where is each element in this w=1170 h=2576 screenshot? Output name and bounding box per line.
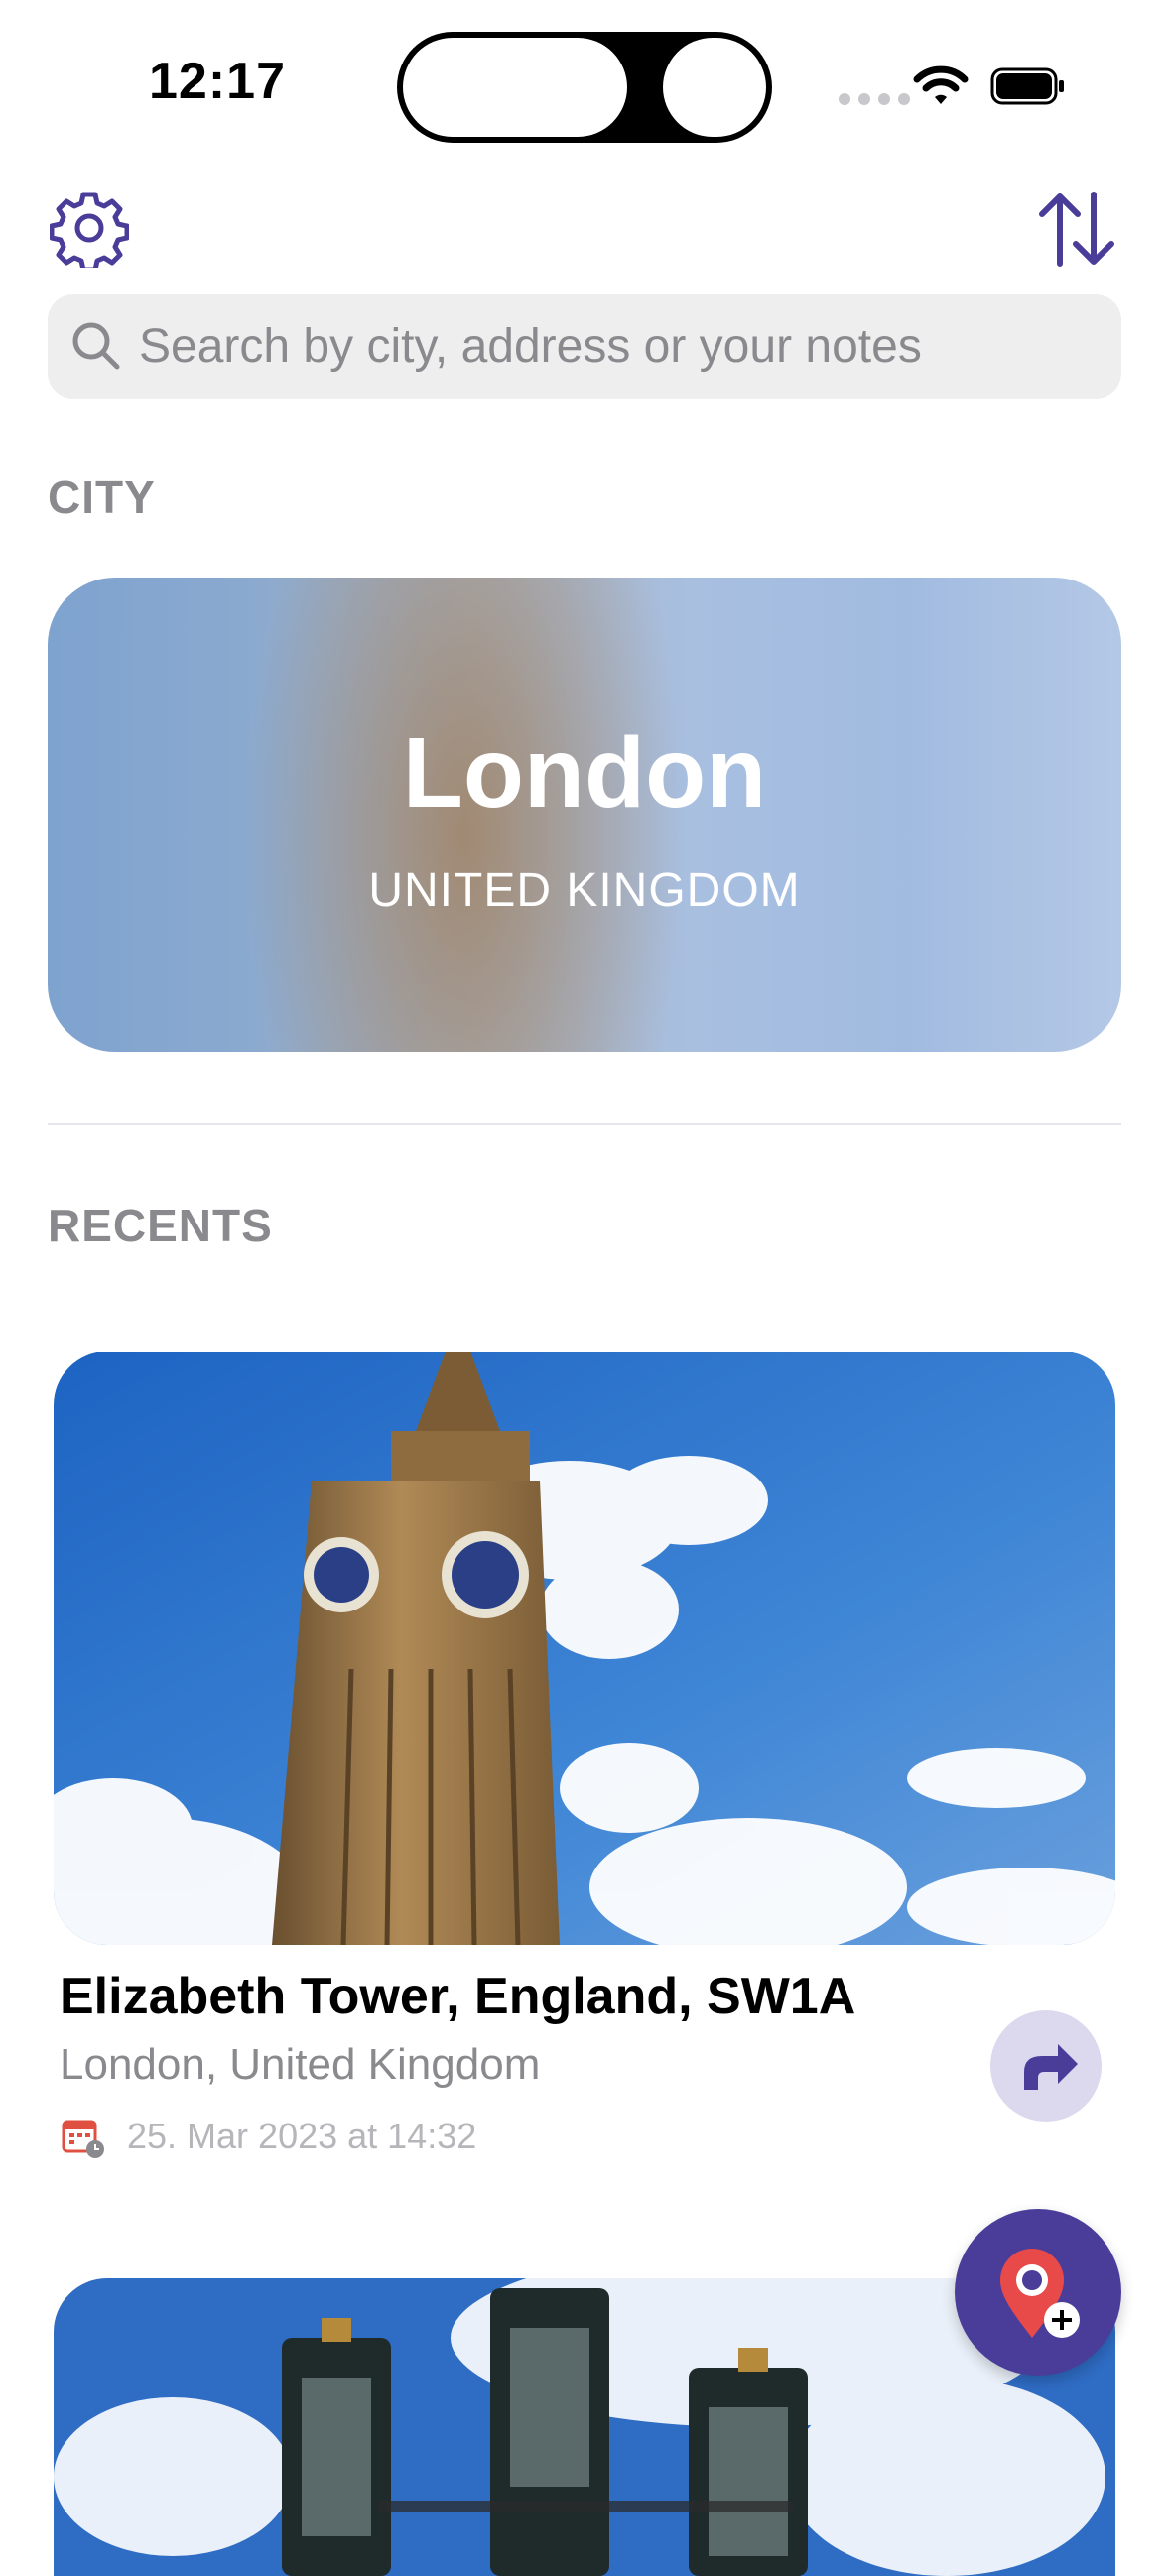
sort-arrows-icon[interactable] <box>1032 189 1121 270</box>
recent-item-title: Elizabeth Tower, England, SW1A <box>60 1968 856 2025</box>
battery-icon <box>990 67 1064 105</box>
wifi-icon <box>913 65 969 104</box>
recent-item-date: 25. Mar 2023 at 14:32 <box>127 2116 477 2156</box>
add-pin-icon <box>1000 2249 1080 2338</box>
directions-arrow-icon <box>1024 2044 1078 2090</box>
search-input[interactable] <box>139 294 1092 399</box>
location-photo[interactable] <box>54 1352 1115 1945</box>
directions-button[interactable] <box>990 2010 1102 2122</box>
home-indicator[interactable] <box>377 2501 794 2512</box>
section-header-recents: RECENTS <box>48 1200 273 1251</box>
gear-icon[interactable] <box>50 189 129 268</box>
search-icon <box>72 322 120 370</box>
city-name: London <box>402 717 767 829</box>
section-divider <box>48 1123 1121 1125</box>
add-location-button[interactable] <box>955 2209 1121 2376</box>
status-time: 12:17 <box>149 53 286 110</box>
search-bar[interactable] <box>48 294 1121 399</box>
city-card[interactable]: London UNITED KINGDOM <box>48 578 1121 1052</box>
cellular-signal-icon <box>839 93 910 105</box>
city-country: UNITED KINGDOM <box>368 864 801 917</box>
section-header-city: CITY <box>48 471 156 523</box>
dynamic-island <box>397 32 772 143</box>
recent-item-subtitle: London, United Kingdom <box>60 2040 541 2089</box>
calendar-clock-icon <box>62 2120 104 2158</box>
